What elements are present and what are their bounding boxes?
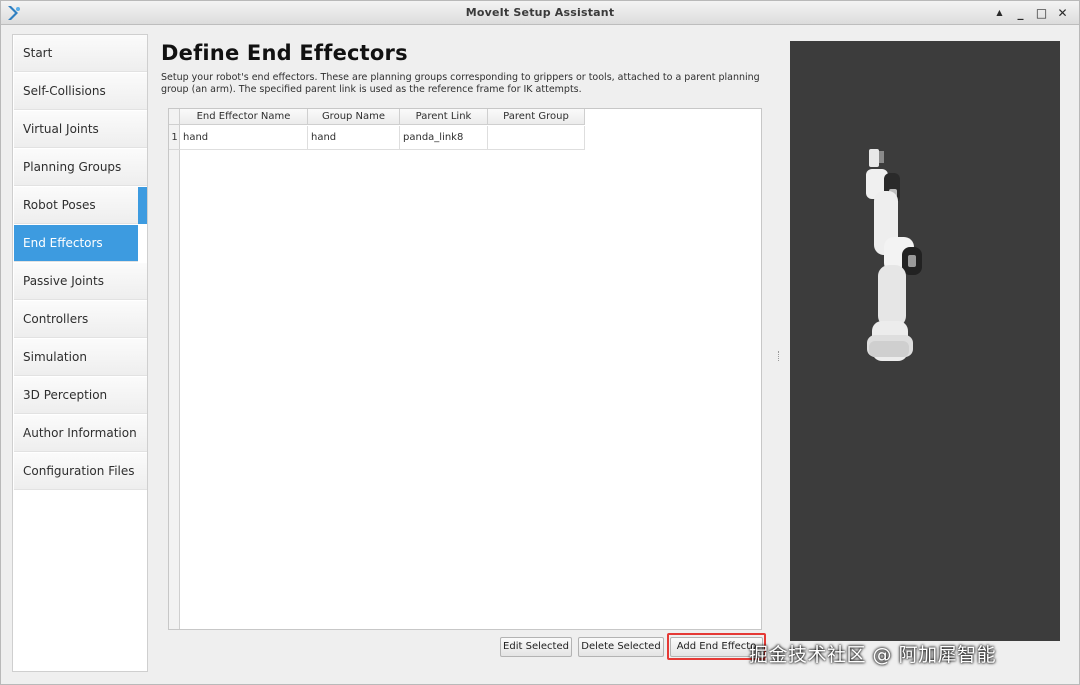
sidebar-item-end-effectors[interactable]: End Effectors — [14, 225, 138, 262]
column-header-end-effector-name[interactable]: End Effector Name — [180, 109, 308, 125]
sidebar-item-passive-joints[interactable]: Passive Joints — [14, 263, 147, 300]
navigation-sidebar: Start Self-Collisions Virtual Joints Pla… — [12, 34, 148, 672]
edit-selected-button[interactable]: Edit Selected — [500, 637, 572, 657]
sidebar-item-controllers[interactable]: Controllers — [14, 301, 147, 338]
end-effectors-table[interactable]: End Effector Name Group Name Parent Link… — [168, 108, 762, 630]
sidebar-item-simulation[interactable]: Simulation — [14, 339, 147, 376]
minimize-button[interactable]: _ — [1014, 5, 1027, 21]
sidebar-item-robot-poses[interactable]: Robot Poses — [14, 187, 147, 224]
robot-arm-model — [866, 149, 922, 361]
robot-joint — [908, 255, 916, 267]
sidebar-item-3d-perception[interactable]: 3D Perception — [14, 377, 147, 414]
maximize-button[interactable]: □ — [1035, 5, 1048, 21]
robot-3d-viewer[interactable] — [790, 41, 1060, 641]
row-header-column — [169, 125, 180, 629]
column-header-parent-link[interactable]: Parent Link — [400, 109, 488, 125]
table-corner — [169, 109, 180, 125]
splitter-handle[interactable] — [778, 351, 781, 361]
table-cell-group-name[interactable]: hand — [308, 126, 400, 150]
close-button[interactable]: ✕ — [1056, 5, 1069, 21]
robot-link — [878, 265, 906, 327]
sidebar-item-author-information[interactable]: Author Information — [14, 415, 147, 452]
title-bar[interactable]: MoveIt Setup Assistant ▲ _ □ ✕ — [1, 1, 1079, 25]
row-number[interactable]: 1 — [169, 126, 180, 150]
app-window: MoveIt Setup Assistant ▲ _ □ ✕ Start Sel… — [0, 0, 1080, 685]
column-header-group-name[interactable]: Group Name — [308, 109, 400, 125]
table-cell-parent-group[interactable] — [488, 126, 585, 150]
page-description: Setup your robot's end effectors. These … — [161, 72, 760, 95]
table-cell-parent-link[interactable]: panda_link8 — [400, 126, 488, 150]
watermark-text: 掘金技术社区 @ 阿加犀智能 — [749, 644, 997, 666]
help-icon[interactable]: ▲ — [993, 5, 1006, 21]
delete-selected-button[interactable]: Delete Selected — [578, 637, 664, 657]
table-cell-end-effector-name[interactable]: hand — [180, 126, 308, 150]
sidebar-item-planning-groups[interactable]: Planning Groups — [14, 149, 147, 186]
page-title: Define End Effectors — [161, 41, 408, 65]
sidebar-item-virtual-joints[interactable]: Virtual Joints — [14, 111, 147, 148]
sidebar-item-self-collisions[interactable]: Self-Collisions — [14, 73, 147, 110]
robot-base — [869, 341, 909, 357]
gripper-finger — [879, 151, 884, 163]
column-header-parent-group[interactable]: Parent Group — [488, 109, 585, 125]
sidebar-item-configuration-files[interactable]: Configuration Files — [14, 453, 147, 490]
sidebar-item-start[interactable]: Start — [14, 35, 147, 72]
window-title: MoveIt Setup Assistant — [465, 6, 615, 19]
gripper-finger — [869, 149, 879, 167]
